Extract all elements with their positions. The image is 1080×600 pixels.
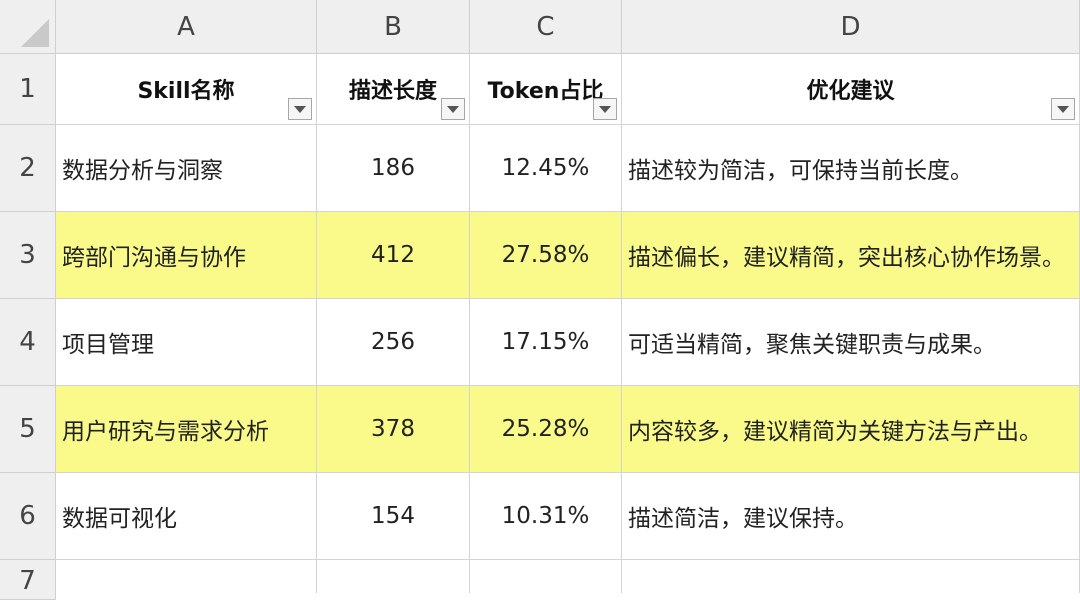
cell-token[interactable]: 17.15%: [470, 299, 622, 386]
filter-dropdown-button[interactable]: [441, 98, 465, 120]
header-cell-skill[interactable]: Skill名称: [56, 54, 317, 125]
cell-advice[interactable]: 可适当精简，聚焦关键职责与成果。: [622, 299, 1080, 386]
select-all-triangle-icon: [21, 19, 49, 47]
filter-dropdown-button[interactable]: [288, 98, 312, 120]
header-label-skill: Skill名称: [137, 79, 235, 104]
cell-length[interactable]: 378: [317, 386, 470, 473]
cell-advice[interactable]: 描述较为简洁，可保持当前长度。: [622, 125, 1080, 212]
column-header-c[interactable]: C: [470, 0, 622, 54]
cell-advice[interactable]: 描述偏长，建议精简，突出核心协作场景。: [622, 212, 1080, 299]
filter-dropdown-icon: [294, 105, 306, 113]
cell-empty[interactable]: [470, 560, 622, 593]
filter-dropdown-button[interactable]: [1051, 98, 1075, 120]
filter-dropdown-icon: [1057, 105, 1069, 113]
cell-empty[interactable]: [622, 560, 1080, 593]
header-cell-token[interactable]: Token占比: [470, 54, 622, 125]
row-header-1[interactable]: 1: [0, 54, 56, 125]
cell-token[interactable]: 25.28%: [470, 386, 622, 473]
cell-skill[interactable]: 用户研究与需求分析: [56, 386, 317, 473]
cell-token[interactable]: 27.58%: [470, 212, 622, 299]
cell-advice[interactable]: 描述简洁，建议保持。: [622, 473, 1080, 560]
cell-skill[interactable]: 数据分析与洞察: [56, 125, 317, 212]
column-header-d[interactable]: D: [622, 0, 1080, 54]
filter-dropdown-icon: [599, 105, 611, 113]
row-header-7[interactable]: 7: [0, 560, 56, 600]
row-header-2[interactable]: 2: [0, 125, 56, 212]
filter-dropdown-icon: [447, 105, 459, 113]
spreadsheet: A B C D 1 2 3 4 5 6 7 Skill名称 描述长度 Token…: [0, 0, 1080, 600]
cell-skill[interactable]: 数据可视化: [56, 473, 317, 560]
header-cell-length[interactable]: 描述长度: [317, 54, 470, 125]
header-label-token: Token占比: [487, 79, 604, 104]
cell-empty[interactable]: [56, 560, 317, 593]
header-cell-advice[interactable]: 优化建议: [622, 54, 1080, 125]
row-header-3[interactable]: 3: [0, 212, 56, 299]
cell-advice[interactable]: 内容较多，建议精简为关键方法与产出。: [622, 386, 1080, 473]
row-header-6[interactable]: 6: [0, 473, 56, 560]
header-label-advice: 优化建议: [806, 79, 895, 104]
cell-length[interactable]: 186: [317, 125, 470, 212]
cell-token[interactable]: 10.31%: [470, 473, 622, 560]
header-label-length: 描述长度: [348, 79, 437, 104]
cell-length[interactable]: 256: [317, 299, 470, 386]
column-header-a[interactable]: A: [56, 0, 317, 54]
select-all-button[interactable]: [0, 0, 56, 54]
cell-token[interactable]: 12.45%: [470, 125, 622, 212]
row-header-4[interactable]: 4: [0, 299, 56, 386]
filter-dropdown-button[interactable]: [593, 98, 617, 120]
cell-length[interactable]: 412: [317, 212, 470, 299]
cell-empty[interactable]: [317, 560, 470, 593]
column-header-b[interactable]: B: [317, 0, 470, 54]
cell-length[interactable]: 154: [317, 473, 470, 560]
cell-skill[interactable]: 跨部门沟通与协作: [56, 212, 317, 299]
row-header-5[interactable]: 5: [0, 386, 56, 473]
cell-skill[interactable]: 项目管理: [56, 299, 317, 386]
